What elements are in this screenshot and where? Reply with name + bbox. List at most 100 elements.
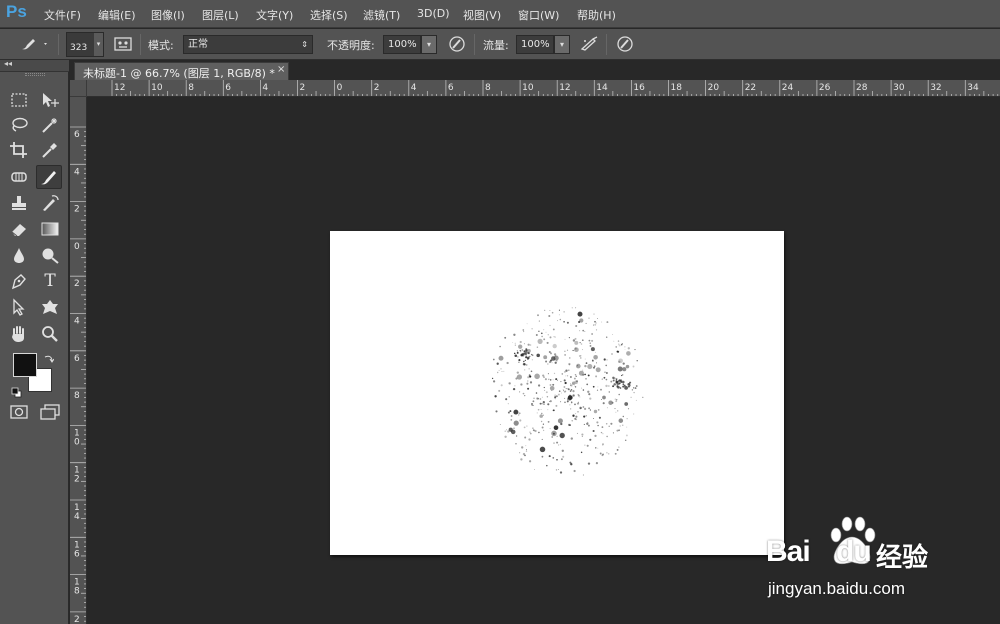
splatter-dot xyxy=(543,403,545,406)
splatter-dot xyxy=(587,424,590,427)
swap-colors-icon[interactable] xyxy=(43,350,55,369)
airbrush-icon[interactable] xyxy=(579,35,599,57)
crop-tool-icon[interactable] xyxy=(6,138,32,162)
gradient-tool-icon[interactable] xyxy=(37,217,63,241)
ruler-origin[interactable] xyxy=(70,80,87,97)
splatter-cluster-dot xyxy=(617,380,619,382)
flow-input[interactable]: 100% xyxy=(516,35,554,54)
splatter-dot xyxy=(588,393,591,396)
splatter-dot xyxy=(565,388,567,390)
hand-tool-icon[interactable] xyxy=(6,322,32,346)
type-tool-icon[interactable]: T xyxy=(37,269,63,293)
collapse-panel-icon[interactable]: ◂◂ xyxy=(4,59,12,68)
splatter-dot xyxy=(570,408,572,410)
screen-mode-icon[interactable] xyxy=(39,403,61,425)
panel-grip[interactable] xyxy=(25,73,45,76)
opacity-input[interactable]: 100% xyxy=(383,35,421,54)
magic-wand-tool-icon[interactable] xyxy=(37,113,63,137)
menu-3d[interactable]: 3D(D) xyxy=(417,7,450,20)
splatter-dot xyxy=(531,359,534,361)
custom-shape-tool-icon[interactable] xyxy=(37,295,63,319)
splatter-dot xyxy=(587,462,591,465)
hruler-label: 22 xyxy=(745,83,756,93)
splatter-dot xyxy=(548,314,551,318)
zoom-tool-icon[interactable] xyxy=(37,322,63,346)
splatter-dot xyxy=(516,350,518,352)
menu-help[interactable]: 帮助(H) xyxy=(577,7,616,23)
splatter-dot xyxy=(564,381,567,385)
hruler-label: 28 xyxy=(856,83,868,93)
blur-tool-icon[interactable] xyxy=(6,243,32,267)
splatter-dot xyxy=(518,344,523,349)
splatter-dot xyxy=(608,400,613,405)
splatter-dot xyxy=(553,372,556,375)
splatter-dot xyxy=(617,366,623,372)
dodge-tool-icon[interactable] xyxy=(37,243,63,267)
vertical-ruler[interactable]: 64202468101214161820 xyxy=(70,97,87,624)
splatter-dot xyxy=(594,434,597,438)
opacity-slider-button[interactable]: ▾ xyxy=(421,35,437,54)
move-tool-icon[interactable] xyxy=(37,88,63,112)
eraser-tool-icon[interactable] xyxy=(6,217,32,241)
document-tab[interactable]: 未标题-1 @ 66.7% (图层 1, RGB/8) * × xyxy=(74,62,289,80)
brush-tool-icon[interactable] xyxy=(36,165,62,189)
menu-window[interactable]: 窗口(W) xyxy=(518,7,559,23)
menu-edit[interactable]: 编辑(E) xyxy=(98,7,136,23)
splatter-dot xyxy=(544,378,547,381)
splatter-dot xyxy=(544,389,546,391)
brush-preset-icon[interactable] xyxy=(20,36,48,56)
splatter-dot xyxy=(627,347,630,350)
menu-file[interactable]: 文件(F) xyxy=(44,7,81,23)
splatter-cluster-dot xyxy=(612,385,615,388)
splatter-dot xyxy=(585,362,588,364)
splatter-dot xyxy=(547,403,550,406)
menu-select[interactable]: 选择(S) xyxy=(310,7,348,23)
splatter-dot xyxy=(552,409,554,411)
splatter-dot xyxy=(553,410,555,411)
rectangular-marquee-tool-icon[interactable] xyxy=(6,88,32,112)
pen-tool-icon[interactable] xyxy=(6,269,32,293)
splatter-dot xyxy=(553,353,557,356)
splatter-dot xyxy=(596,421,599,424)
splatter-dot xyxy=(535,334,538,336)
document-canvas[interactable] xyxy=(330,231,784,555)
blend-mode-select[interactable]: 正常 ⇕ xyxy=(183,35,313,54)
menu-type[interactable]: 文字(Y) xyxy=(256,7,293,23)
history-brush-tool-icon[interactable] xyxy=(37,191,63,215)
splatter-dot xyxy=(592,360,594,362)
splatter-dot xyxy=(593,366,595,369)
default-colors-icon[interactable] xyxy=(11,383,22,402)
splatter-dot xyxy=(558,314,560,316)
clone-stamp-tool-icon[interactable] xyxy=(6,191,32,215)
size-pressure-icon[interactable] xyxy=(616,35,634,57)
quick-mask-icon[interactable] xyxy=(9,404,29,424)
splatter-cluster-dot xyxy=(516,352,519,354)
splatter-dot xyxy=(579,330,581,332)
splatter-dot xyxy=(570,401,573,404)
spot-healing-brush-tool-icon[interactable] xyxy=(6,165,32,189)
splatter-dot xyxy=(556,435,558,437)
splatter-dot xyxy=(573,377,576,380)
menu-image[interactable]: 图像(I) xyxy=(151,7,185,23)
flow-slider-button[interactable]: ▾ xyxy=(554,35,570,54)
menu-filter[interactable]: 滤镜(T) xyxy=(363,7,400,23)
splatter-dot xyxy=(582,389,585,391)
path-selection-tool-icon[interactable] xyxy=(6,295,32,319)
menu-view[interactable]: 视图(V) xyxy=(463,7,501,23)
splatter-dot xyxy=(587,374,590,377)
foreground-color-swatch[interactable] xyxy=(13,353,37,377)
brush-panel-toggle-icon[interactable] xyxy=(114,36,132,56)
splatter-dot xyxy=(541,412,543,415)
horizontal-ruler[interactable]: 12 10 8 6 4 2 0 2 4 6 8 10 12 14 16 18 20 22 24 26 28 30 32 34 xyxy=(87,80,1000,97)
lasso-tool-icon[interactable] xyxy=(6,113,32,137)
menu-layer[interactable]: 图层(L) xyxy=(202,7,239,23)
splatter-dot xyxy=(575,415,578,418)
brush-size-dropdown-icon[interactable]: ▾ xyxy=(94,33,103,56)
splatter-dot xyxy=(529,431,531,433)
hruler-label: 4 xyxy=(262,83,268,93)
close-icon[interactable]: × xyxy=(277,64,285,75)
brush-size-picker[interactable]: 323 ▾ xyxy=(66,32,104,57)
eyedropper-tool-icon[interactable] xyxy=(37,138,63,162)
vruler-label: 2 xyxy=(74,615,80,624)
opacity-pressure-icon[interactable] xyxy=(448,35,466,57)
